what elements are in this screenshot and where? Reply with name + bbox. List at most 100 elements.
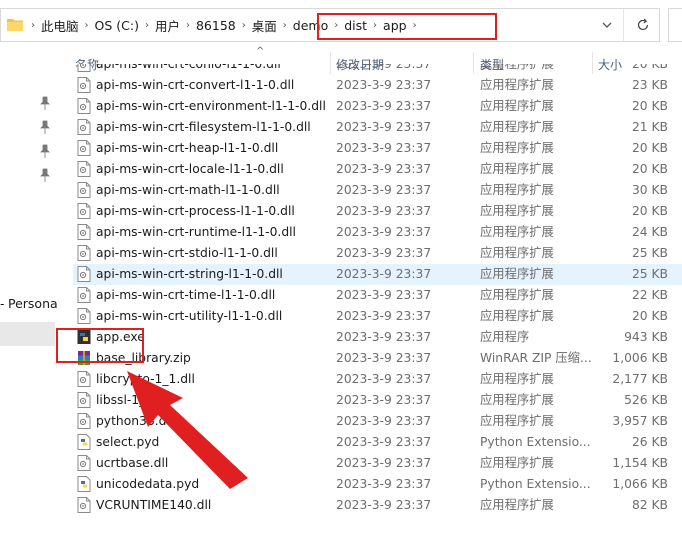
file-row[interactable]: api-ms-win-crt-locale-l1-1-0.dll 2023-3-9… — [73, 159, 682, 180]
file-row[interactable]: api-ms-win-crt-process-l1-1-0.dll 2023-3-… — [73, 201, 682, 222]
breadcrumb-separator-icon[interactable]: › — [145, 20, 149, 31]
python-exe-icon — [77, 330, 91, 344]
breadcrumb-separator-icon[interactable]: › — [413, 20, 417, 31]
breadcrumb-item[interactable]: › 用户 — [139, 9, 180, 41]
breadcrumb-item[interactable]: › app — [367, 9, 407, 41]
file-size: 24 KB — [631, 225, 668, 239]
breadcrumb-item[interactable]: › dist — [328, 9, 367, 41]
file-date: 2023-3-9 23:37 — [336, 372, 432, 386]
pin-icon[interactable] — [40, 120, 50, 134]
dll-file-icon — [77, 245, 91, 261]
dll-file-icon — [77, 77, 91, 93]
file-row[interactable]: base_library.zip 2023-3-9 23:37 WinRAR ZIP… — [73, 348, 682, 369]
breadcrumb-separator-icon[interactable]: › — [242, 20, 246, 31]
nav-item-personal[interactable]: Persona — [8, 296, 58, 311]
file-date: 2023-3-9 23:37 — [336, 64, 432, 71]
breadcrumb-separator-icon[interactable]: › — [31, 20, 35, 31]
breadcrumb-item[interactable]: › 桌面 — [236, 9, 277, 41]
file-type: Python Extensio... — [480, 477, 591, 491]
file-row[interactable]: libssl-1_1.dll 2023-3-9 23:37 应用程序扩展 526 KB — [73, 390, 682, 411]
file-row[interactable]: api-ms-win-crt-stdio-l1-1-0.dll 2023-3-9 … — [73, 243, 682, 264]
file-name: api-ms-win-crt-conio-l1-1-0.dll — [96, 64, 281, 71]
file-type: 应用程序扩展 — [480, 309, 554, 323]
file-size: 2,177 KB — [612, 372, 668, 386]
file-size: 25 KB — [631, 267, 668, 281]
file-date: 2023-3-9 23:37 — [336, 288, 432, 302]
pin-icon[interactable] — [40, 96, 50, 110]
file-row[interactable]: api-ms-win-crt-conio-l1-1-0.dll 2023-3-9 … — [73, 64, 682, 75]
file-type: 应用程序扩展 — [480, 288, 554, 302]
file-name: VCRUNTIME140.dll — [96, 498, 212, 512]
breadcrumb-label: 此电脑 — [41, 18, 79, 34]
breadcrumb-separator-icon[interactable]: › — [334, 20, 338, 31]
file-name: api-ms-win-crt-time-l1-1-0.dll — [96, 288, 276, 302]
breadcrumb-item[interactable]: › OS (C:) — [79, 9, 139, 41]
file-row[interactable]: api-ms-win-crt-heap-l1-1-0.dll 2023-3-9 2… — [73, 138, 682, 159]
file-row[interactable]: libcrypto-1_1.dll 2023-3-9 23:37 应用程序扩展 2,1… — [73, 369, 682, 390]
file-size: 943 KB — [624, 330, 668, 344]
file-row[interactable]: python38.dll 2023-3-9 23:37 应用程序扩展 3,957 KB — [73, 411, 682, 432]
python-pyd-icon — [77, 434, 91, 450]
nav-item-selected[interactable] — [0, 322, 55, 346]
refresh-button[interactable] — [623, 9, 661, 41]
file-type: 应用程序扩展 — [480, 456, 554, 470]
breadcrumb: › 此电脑 › OS (C:) › 用户 › 86158 › 桌面 › demo › dist › app › — [25, 9, 423, 41]
breadcrumb-separator-icon[interactable]: › — [85, 20, 89, 31]
file-size: 1,066 KB — [612, 477, 668, 491]
file-list: api-ms-win-crt-conio-l1-1-0.dll 2023-3-9 … — [73, 64, 682, 553]
address-bar[interactable]: › 此电脑 › OS (C:) › 用户 › 86158 › 桌面 › demo › dist › app › — [0, 8, 660, 42]
dll-file-icon — [77, 287, 91, 303]
breadcrumb-label: demo — [292, 17, 329, 33]
file-row[interactable]: api-ms-win-crt-filesystem-l1-1-0.dll 2023… — [73, 117, 682, 138]
file-name: api-ms-win-crt-heap-l1-1-0.dll — [96, 141, 279, 155]
file-type: 应用程序扩展 — [480, 498, 554, 512]
file-row[interactable]: api-ms-win-crt-environment-l1-1-0.dll 202… — [73, 96, 682, 117]
file-type: 应用程序扩展 — [480, 162, 554, 176]
pin-icon[interactable] — [40, 168, 50, 182]
breadcrumb-separator-icon[interactable]: › — [373, 20, 377, 31]
file-size: 3,957 KB — [612, 414, 668, 428]
breadcrumb-item[interactable]: › 86158 — [180, 9, 236, 41]
dll-file-icon — [77, 497, 91, 513]
file-row[interactable]: unicodedata.pyd 2023-3-9 23:37 Python Exte… — [73, 474, 682, 495]
file-row[interactable]: api-ms-win-crt-convert-l1-1-0.dll 2023-3-… — [73, 75, 682, 96]
file-row[interactable]: api-ms-win-crt-utility-l1-1-0.dll 2023-3-… — [73, 306, 682, 327]
file-date: 2023-3-9 23:37 — [336, 183, 432, 197]
file-row[interactable]: app.exe 2023-3-9 23:37 应用程序 943 KB — [73, 327, 682, 348]
file-row[interactable]: select.pyd 2023-3-9 23:37 Python Extensio.… — [73, 432, 682, 453]
file-row[interactable]: api-ms-win-crt-math-l1-1-0.dll 2023-3-9 2… — [73, 180, 682, 201]
breadcrumb-label: 86158 — [195, 17, 236, 33]
file-date: 2023-3-9 23:37 — [336, 162, 432, 176]
dll-file-icon — [77, 392, 91, 408]
breadcrumb-separator-icon[interactable]: › — [283, 20, 287, 31]
breadcrumb-item[interactable]: › demo — [277, 9, 328, 41]
file-name: base_library.zip — [96, 351, 191, 365]
dll-file-icon — [77, 161, 91, 177]
file-date: 2023-3-9 23:37 — [336, 78, 432, 92]
search-box[interactable] — [668, 8, 682, 42]
dll-file-icon — [77, 224, 91, 240]
file-name: api-ms-win-crt-environment-l1-1-0.dll — [96, 99, 326, 113]
file-type: 应用程序 — [480, 330, 530, 344]
dll-file-icon — [77, 371, 91, 387]
file-size: 20 KB — [631, 162, 668, 176]
file-date: 2023-3-9 23:37 — [336, 99, 432, 113]
file-row[interactable]: VCRUNTIME140.dll 2023-3-9 23:37 应用程序扩展 82 K… — [73, 495, 682, 516]
pin-icon[interactable] — [40, 144, 50, 158]
breadcrumb-item[interactable]: › 此电脑 — [25, 9, 79, 41]
address-history-chevron-icon[interactable] — [599, 17, 615, 33]
file-row[interactable]: api-ms-win-crt-string-l1-1-0.dll 2023-3-9… — [73, 264, 682, 285]
file-date: 2023-3-9 23:37 — [336, 309, 432, 323]
file-row[interactable]: ucrtbase.dll 2023-3-9 23:37 应用程序扩展 1,154 KB — [73, 453, 682, 474]
dll-file-icon — [77, 119, 91, 135]
file-size: 20 KB — [631, 99, 668, 113]
file-date: 2023-3-9 23:37 — [336, 414, 432, 428]
breadcrumb-separator-icon[interactable]: › — [186, 20, 190, 31]
file-date: 2023-3-9 23:37 — [336, 456, 432, 470]
dll-file-icon — [77, 266, 91, 282]
file-name: app.exe — [96, 330, 145, 344]
file-row[interactable]: api-ms-win-crt-runtime-l1-1-0.dll 2023-3-… — [73, 222, 682, 243]
winrar-zip-icon — [78, 351, 90, 365]
file-size: 26 KB — [631, 435, 668, 449]
file-row[interactable]: api-ms-win-crt-time-l1-1-0.dll 2023-3-9 2… — [73, 285, 682, 306]
